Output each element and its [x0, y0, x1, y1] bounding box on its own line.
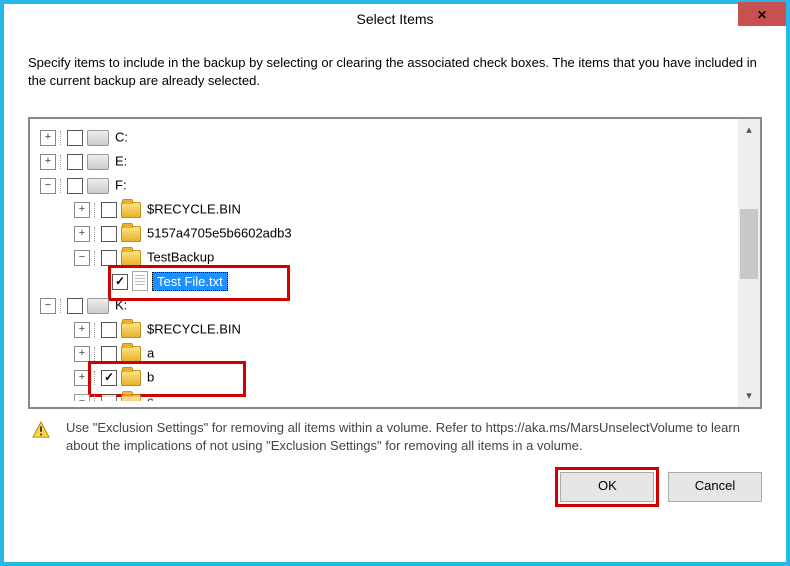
- folder-icon: [121, 202, 141, 218]
- dialog-title: Select Items: [356, 11, 433, 27]
- checkbox[interactable]: [67, 298, 83, 314]
- tree-scrollbar[interactable]: ▴ ▾: [738, 119, 760, 407]
- cancel-button[interactable]: Cancel: [668, 472, 762, 502]
- tree-item-k-c[interactable]: −c: [40, 389, 734, 401]
- tree-label: c: [147, 394, 154, 401]
- expand-icon[interactable]: +: [74, 202, 90, 218]
- tree-item-f-guid[interactable]: +5157a4705e5b6602adb3: [40, 221, 734, 245]
- exclusion-hint: Use "Exclusion Settings" for removing al…: [28, 419, 762, 454]
- hint-text: Use "Exclusion Settings" for removing al…: [66, 419, 762, 454]
- expand-icon[interactable]: +: [74, 346, 90, 362]
- tree-label: F:: [115, 178, 127, 193]
- checkbox[interactable]: [67, 130, 83, 146]
- folder-icon: [121, 370, 141, 386]
- checkbox[interactable]: [67, 178, 83, 194]
- collapse-icon[interactable]: −: [40, 298, 56, 314]
- checkbox[interactable]: [101, 226, 117, 242]
- expand-icon[interactable]: +: [74, 322, 90, 338]
- expand-icon[interactable]: +: [74, 370, 90, 386]
- checkbox[interactable]: [67, 154, 83, 170]
- checkbox[interactable]: [101, 346, 117, 362]
- folder-icon: [121, 322, 141, 338]
- tree-label: C:: [115, 130, 128, 145]
- scroll-down-icon[interactable]: ▾: [738, 385, 760, 407]
- scroll-thumb[interactable]: [740, 209, 758, 279]
- tree-label: $RECYCLE.BIN: [147, 322, 241, 337]
- tree-label: b: [147, 370, 154, 385]
- dialog-description: Specify items to include in the backup b…: [28, 54, 762, 89]
- dialog-content: Specify items to include in the backup b…: [28, 54, 762, 546]
- file-icon: [132, 271, 148, 291]
- tree-item-k-b[interactable]: + ✓ b: [40, 365, 734, 389]
- checkbox[interactable]: [101, 202, 117, 218]
- tree-item-test-file[interactable]: ✓ Test File.txt: [40, 269, 734, 293]
- select-items-dialog: Select Items Specify items to include in…: [4, 4, 786, 562]
- drive-icon: [87, 298, 109, 314]
- folder-icon: [121, 226, 141, 242]
- expand-icon[interactable]: +: [40, 130, 56, 146]
- tree-item-f-recycle[interactable]: + $RECYCLE.BIN: [40, 197, 734, 221]
- tree-label: a: [147, 346, 154, 361]
- expand-icon[interactable]: +: [40, 154, 56, 170]
- tree-connector: [60, 179, 65, 193]
- drive-icon: [87, 130, 109, 146]
- dialog-buttons: OK Cancel: [28, 472, 762, 502]
- folder-icon: [121, 250, 141, 266]
- scroll-up-icon[interactable]: ▴: [738, 119, 760, 141]
- collapse-icon[interactable]: −: [40, 178, 56, 194]
- expand-icon[interactable]: +: [74, 226, 90, 242]
- tree-connector: [60, 299, 65, 313]
- expand-icon[interactable]: −: [74, 394, 90, 401]
- collapse-icon[interactable]: −: [74, 250, 90, 266]
- tree-item-k-recycle[interactable]: + $RECYCLE.BIN: [40, 317, 734, 341]
- drive-icon: [87, 178, 109, 194]
- tree-connector: [60, 155, 65, 169]
- checkbox[interactable]: [101, 322, 117, 338]
- tree-item-drive-e[interactable]: + E:: [40, 149, 734, 173]
- checkbox[interactable]: [101, 250, 117, 266]
- tree-label: TestBackup: [147, 250, 214, 265]
- tree-connector: [60, 131, 65, 145]
- tree-item-drive-f[interactable]: − F:: [40, 173, 734, 197]
- tree-connector: [94, 395, 99, 401]
- tree-label: E:: [115, 154, 127, 169]
- tree-connector: [94, 227, 99, 241]
- tree-item-drive-k[interactable]: − K:: [40, 293, 734, 317]
- checkbox-checked[interactable]: ✓: [112, 274, 128, 290]
- ok-button[interactable]: OK: [560, 472, 654, 502]
- tree-label: 5157a4705e5b6602adb3: [147, 226, 292, 241]
- tree-label: $RECYCLE.BIN: [147, 202, 241, 217]
- tree-item-f-testbackup[interactable]: − TestBackup: [40, 245, 734, 269]
- folder-icon: [121, 346, 141, 362]
- warning-icon: [32, 421, 50, 439]
- tree-label: K:: [115, 298, 127, 313]
- close-button[interactable]: [738, 2, 786, 26]
- tree-connector: [94, 323, 99, 337]
- drive-icon: [87, 154, 109, 170]
- folder-icon: [121, 394, 141, 401]
- tree-connector: [94, 203, 99, 217]
- tree-label-selected: Test File.txt: [152, 272, 228, 291]
- checkbox-checked[interactable]: ✓: [101, 370, 117, 386]
- tree-viewport: + C: + E: − F: + $RECYCLE.BIN +5157a4705e5b6…: [40, 125, 734, 401]
- tree-connector: [94, 347, 99, 361]
- tree-connector: [94, 371, 99, 385]
- tree-connector: [94, 251, 99, 265]
- checkbox[interactable]: [101, 394, 117, 401]
- titlebar: Select Items: [4, 4, 786, 34]
- items-tree: + C: + E: − F: + $RECYCLE.BIN +5157a4705e5b6…: [28, 117, 762, 409]
- tree-item-drive-c[interactable]: + C:: [40, 125, 734, 149]
- tree-item-k-a[interactable]: +a: [40, 341, 734, 365]
